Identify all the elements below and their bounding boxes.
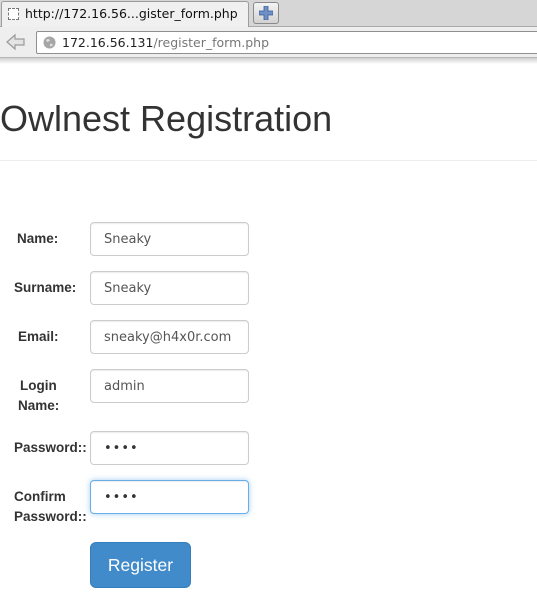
page-favicon-icon [8, 8, 19, 20]
name-input[interactable] [90, 222, 249, 256]
email-input[interactable] [90, 320, 249, 354]
navigation-toolbar: 172.16.56.131/register_form.php [0, 27, 537, 58]
confirm-password-input[interactable] [90, 480, 249, 514]
browser-tab[interactable]: http://172.16.56...gister_form.php [1, 1, 249, 27]
surname-input[interactable] [90, 271, 249, 305]
back-arrow-icon[interactable] [4, 32, 26, 52]
login-name-label: Login Name: [18, 376, 60, 416]
url-text: 172.16.56.131/register_form.php [62, 35, 269, 50]
address-bar[interactable]: 172.16.56.131/register_form.php [36, 31, 537, 54]
page-title: Owlnest Registration [0, 98, 333, 139]
globe-icon [43, 36, 56, 49]
confirm-label-line2: Password:: [14, 509, 87, 524]
tab-title: http://172.16.56...gister_form.php [25, 6, 238, 21]
url-path: /register_form.php [153, 35, 270, 50]
confirm-password-label: Confirm Password:: [14, 487, 87, 527]
password-input[interactable] [90, 431, 249, 465]
plus-icon [259, 6, 273, 20]
new-tab-button[interactable] [253, 2, 279, 24]
title-divider [0, 160, 537, 161]
confirm-label-line1: Confirm [14, 489, 66, 504]
email-label: Email: [18, 329, 59, 344]
login-name-input[interactable] [90, 369, 249, 403]
register-button[interactable]: Register [90, 542, 191, 588]
login-label-line2: Name: [18, 398, 60, 413]
password-label: Password:: [14, 440, 87, 455]
tab-bar: http://172.16.56...gister_form.php [0, 0, 537, 27]
name-label: Name: [17, 231, 59, 246]
url-host: 172.16.56.131 [62, 35, 154, 50]
toolbar-shadow [0, 58, 537, 64]
surname-label: Surname: [14, 280, 77, 295]
login-label-line1: Login [20, 378, 57, 393]
